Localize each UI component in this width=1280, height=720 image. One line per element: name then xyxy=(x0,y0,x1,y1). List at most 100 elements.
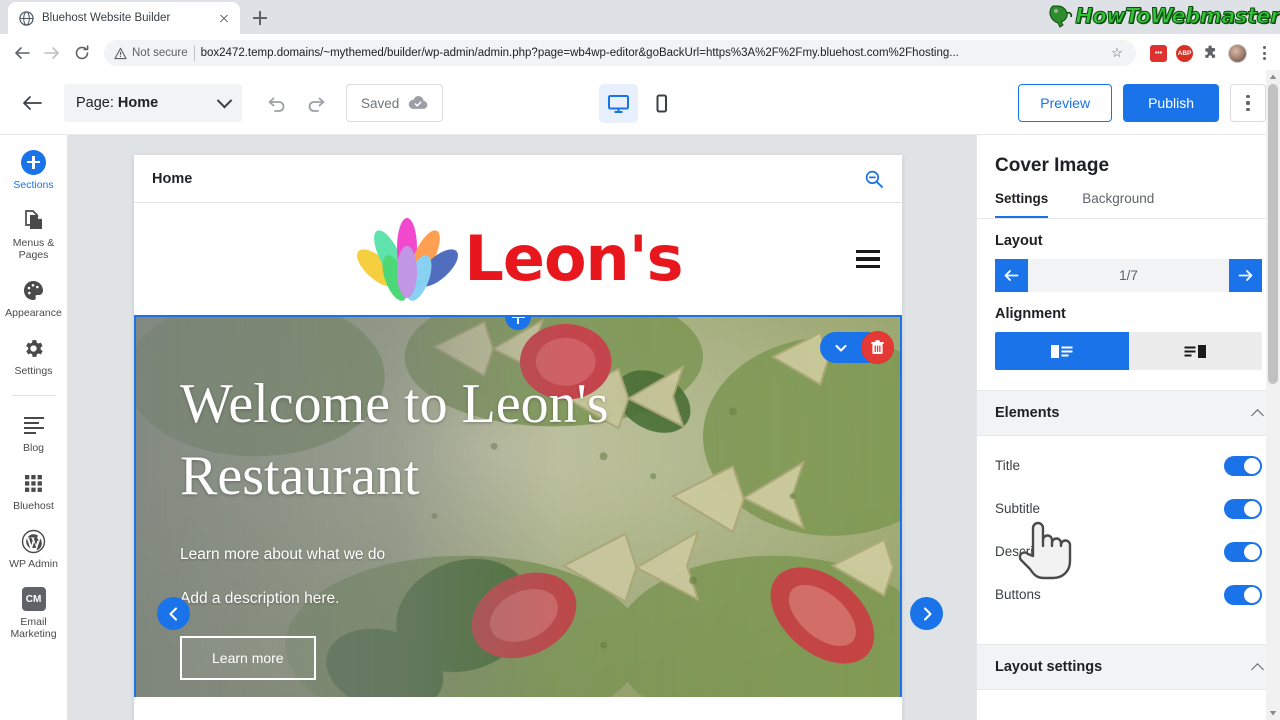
section-delete-button[interactable] xyxy=(861,331,894,364)
scroll-down-arrow-icon[interactable] xyxy=(1266,706,1280,720)
carousel-prev-button[interactable] xyxy=(157,597,190,630)
cover-image-section[interactable]: Welcome to Leon's Restaurant Learn more … xyxy=(134,315,902,697)
layout-settings-title: Layout settings xyxy=(995,659,1103,675)
site-header: Leon's xyxy=(134,203,902,315)
sidebar-item-appearance[interactable]: Appearance xyxy=(0,277,68,319)
editor-more-menu-button[interactable] xyxy=(1230,84,1266,122)
layout-next-button[interactable] xyxy=(1229,259,1262,292)
avatar-icon[interactable] xyxy=(1228,43,1247,63)
elements-accordion-header[interactable]: Elements xyxy=(977,390,1280,436)
browser-chrome: HowToWebmaster Bluehost Website Builder xyxy=(0,0,1280,72)
layout-prev-button[interactable] xyxy=(995,259,1028,292)
sidebar-item-settings[interactable]: Settings xyxy=(0,335,68,377)
align-image-right-icon xyxy=(1184,344,1207,358)
tab-settings[interactable]: Settings xyxy=(995,191,1049,218)
hero-title[interactable]: Welcome to Leon's Restaurant xyxy=(180,369,740,512)
reload-icon[interactable] xyxy=(68,39,96,67)
palette-icon xyxy=(22,277,45,303)
toggle-title[interactable] xyxy=(1224,455,1262,476)
sidebar-item-label: Menus & Pages xyxy=(12,237,55,261)
save-status-button[interactable]: Saved xyxy=(346,84,444,122)
page-value: Home xyxy=(117,95,159,111)
sidebar-item-menus-pages[interactable]: Menus & Pages xyxy=(0,207,68,261)
editor-back-button[interactable] xyxy=(14,85,50,121)
security-label: Not secure xyxy=(132,47,188,59)
hero-cta-button[interactable]: Learn more xyxy=(180,636,316,681)
close-icon[interactable] xyxy=(216,10,232,26)
publish-button[interactable]: Publish xyxy=(1123,84,1219,122)
site-preview-frame: Home Leon's Welcome to Leon's Restaurant… xyxy=(134,155,902,720)
puzzle-extensions-icon[interactable] xyxy=(1202,45,1219,62)
editor-toolbar: Page: Home Saved Preview Publish xyxy=(0,72,1280,135)
align-right-button[interactable] xyxy=(1128,332,1262,370)
layout-settings-accordion-header[interactable]: Layout settings xyxy=(977,644,1280,690)
sidebar-item-email-marketing[interactable]: CM Email Marketing xyxy=(0,586,68,640)
hero-description[interactable]: Add a description here. xyxy=(180,590,860,608)
hamburger-menu-icon[interactable] xyxy=(856,249,880,269)
kebab-menu-icon[interactable] xyxy=(1256,46,1272,60)
sidebar-item-sections[interactable]: Sections xyxy=(0,149,68,191)
lastpass-extension-icon[interactable]: ••• xyxy=(1150,44,1167,62)
align-image-left-icon xyxy=(1050,344,1073,358)
sidebar-item-label: Bluehost xyxy=(13,500,54,512)
editor-body: Sections Menus & Pages Appearance Settin… xyxy=(0,135,1280,720)
desktop-view-button[interactable] xyxy=(599,83,638,123)
sidebar-item-blog[interactable]: Blog xyxy=(0,412,68,454)
undo-icon[interactable] xyxy=(260,87,292,119)
toggle-buttons[interactable] xyxy=(1224,584,1262,605)
site-nav-home-link[interactable]: Home xyxy=(152,171,192,187)
star-icon[interactable]: ☆ xyxy=(1108,45,1126,61)
address-bar[interactable]: Not secure box2472.temp.domains/~mytheme… xyxy=(104,40,1136,66)
mobile-view-button[interactable] xyxy=(642,84,681,123)
trash-icon xyxy=(871,340,884,354)
page-selector[interactable]: Page: Home xyxy=(64,84,242,122)
scroll-up-arrow-icon[interactable] xyxy=(1266,70,1280,84)
layout-section: Layout 1/7 xyxy=(977,219,1280,292)
security-indicator[interactable]: Not secure xyxy=(114,47,188,60)
sidebar-item-bluehost[interactable]: Bluehost xyxy=(0,470,68,512)
toggle-subtitle[interactable] xyxy=(1224,498,1262,519)
chevron-down-icon xyxy=(216,92,233,108)
device-toggle-group xyxy=(599,83,681,123)
hero-content: Welcome to Leon's Restaurant Learn more … xyxy=(180,369,860,681)
lotus-flower-logo-icon xyxy=(357,218,459,301)
site-logo[interactable]: Leon's xyxy=(353,210,684,308)
browser-tab[interactable]: Bluehost Website Builder xyxy=(8,2,240,34)
warning-triangle-icon xyxy=(114,47,127,59)
toolbar-actions: Preview Publish xyxy=(1018,84,1266,122)
zoom-out-icon[interactable] xyxy=(864,169,884,189)
adblock-plus-extension-icon[interactable]: ABP xyxy=(1176,44,1193,62)
forward-arrow-icon[interactable] xyxy=(38,39,66,67)
sidebar-item-label: Sections xyxy=(13,179,54,191)
sidebar-item-wp-admin[interactable]: WP Admin xyxy=(0,528,68,570)
left-sidebar: Sections Menus & Pages Appearance Settin… xyxy=(0,135,68,720)
alignment-label: Alignment xyxy=(995,306,1066,322)
omnibox-divider xyxy=(193,45,195,61)
page-scrollbar[interactable] xyxy=(1266,70,1280,720)
element-label: Title xyxy=(995,458,1021,473)
chevron-left-icon xyxy=(168,606,177,621)
back-arrow-icon[interactable] xyxy=(8,39,36,67)
alignment-options xyxy=(995,332,1262,370)
preview-canvas: Home Leon's Welcome to Leon's Restaurant… xyxy=(68,135,976,720)
redo-icon[interactable] xyxy=(300,87,332,119)
page-label: Page: xyxy=(76,95,114,111)
align-left-button[interactable] xyxy=(995,332,1129,370)
tab-background[interactable]: Background xyxy=(1082,191,1154,218)
page-scrollbar-thumb[interactable] xyxy=(1268,84,1278,384)
hero-subtitle[interactable]: Learn more about what we do xyxy=(180,546,860,564)
toggle-description[interactable] xyxy=(1224,541,1262,562)
howtowebmaster-watermark: HowToWebmaster xyxy=(1047,1,1280,31)
sidebar-divider xyxy=(11,395,56,396)
preview-button[interactable]: Preview xyxy=(1018,84,1113,122)
url-text: box2472.temp.domains/~mythemed/builder/w… xyxy=(200,47,959,59)
save-status-label: Saved xyxy=(361,95,400,111)
tab-title: Bluehost Website Builder xyxy=(42,12,171,24)
new-tab-button[interactable] xyxy=(246,4,274,32)
site-nav-bar: Home xyxy=(134,155,902,203)
sidebar-item-label: Appearance xyxy=(5,307,62,319)
arrow-left-icon xyxy=(1004,270,1019,281)
cm-badge-icon: CM xyxy=(21,586,46,612)
mouse-hand-cursor xyxy=(1018,521,1072,580)
carousel-next-button[interactable] xyxy=(910,597,943,630)
